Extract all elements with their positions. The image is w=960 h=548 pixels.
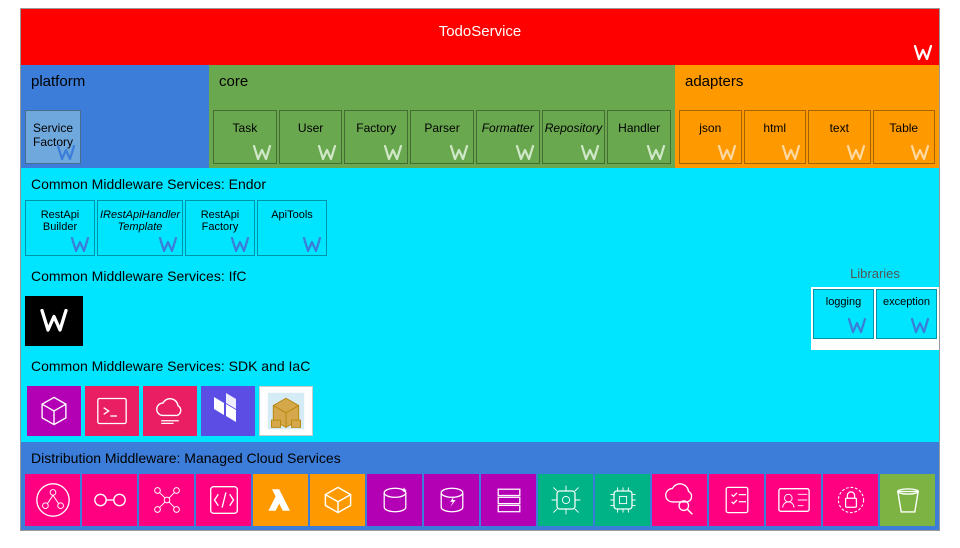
sdk-label: Common Middleware Services: SDK and IaC bbox=[21, 350, 939, 382]
ifc-logo-box bbox=[25, 296, 83, 346]
endor-band: Common Middleware Services: Endor RestAp… bbox=[21, 168, 939, 260]
security-lock-icon bbox=[823, 474, 878, 526]
tile-task: Task bbox=[213, 110, 277, 164]
w-icon bbox=[302, 237, 322, 253]
lib-logging: logging bbox=[813, 289, 874, 339]
tile-parser: Parser bbox=[410, 110, 474, 164]
core-label: core bbox=[209, 65, 675, 110]
w-icon bbox=[717, 145, 737, 161]
w-icon bbox=[515, 145, 535, 161]
endor-label: Common Middleware Services: Endor bbox=[21, 168, 939, 200]
platform-section: platform Service Factory bbox=[21, 65, 209, 168]
platform-label: platform bbox=[21, 65, 209, 110]
w-icon bbox=[158, 237, 178, 253]
tile-json: json bbox=[679, 110, 742, 164]
tile-restapi-factory: RestApi Factory bbox=[185, 200, 255, 256]
w-icon bbox=[70, 237, 90, 253]
tile-restapi-builder: RestApi Builder bbox=[25, 200, 95, 256]
w-icon bbox=[781, 145, 801, 161]
lambda-icon bbox=[253, 474, 308, 526]
cloud-code-icon bbox=[143, 386, 197, 436]
w-icon bbox=[383, 145, 403, 161]
bucket-icon bbox=[880, 474, 935, 526]
tile-service-factory: Service Factory bbox=[25, 110, 81, 164]
w-icon bbox=[910, 318, 930, 334]
w-icon bbox=[646, 145, 666, 161]
w-icon bbox=[317, 145, 337, 161]
w-icon bbox=[913, 45, 933, 61]
tile-formatter: Formatter bbox=[476, 110, 540, 164]
tile-repository: Repository bbox=[542, 110, 606, 164]
container-icon bbox=[310, 474, 365, 526]
functions-icon bbox=[196, 474, 251, 526]
tile-factory: Factory bbox=[344, 110, 408, 164]
tile-text: text bbox=[808, 110, 871, 164]
adapters-section: adapters json html text Table bbox=[675, 65, 939, 168]
ifc-band: Common Middleware Services: IfC Librarie… bbox=[21, 260, 939, 350]
w-icon bbox=[847, 318, 867, 334]
w-icon bbox=[252, 145, 272, 161]
security-id-icon bbox=[766, 474, 821, 526]
cloud-search-icon bbox=[652, 474, 707, 526]
tile-html: html bbox=[744, 110, 807, 164]
w-icon bbox=[230, 237, 250, 253]
header-title: TodoService bbox=[439, 23, 522, 40]
header-bar: TodoService bbox=[21, 9, 939, 65]
w-icon bbox=[449, 145, 469, 161]
core-section: core Task User Factory Parser Formatter … bbox=[209, 65, 675, 168]
database-bolt-icon bbox=[424, 474, 479, 526]
tile-irestapihandler: IRestApiHandler Template bbox=[97, 200, 183, 256]
rack-icon bbox=[481, 474, 536, 526]
distribution-band: Distribution Middleware: Managed Cloud S… bbox=[21, 442, 939, 530]
tile-apitools: ApiTools bbox=[257, 200, 327, 256]
lib-exception: exception bbox=[876, 289, 937, 339]
w-icon bbox=[910, 145, 930, 161]
checklist-icon bbox=[709, 474, 764, 526]
chip-alt-icon bbox=[595, 474, 650, 526]
libraries-label: Libraries bbox=[811, 260, 939, 287]
w-icon bbox=[846, 145, 866, 161]
ifc-label: Common Middleware Services: IfC bbox=[21, 260, 811, 292]
terraform-icon bbox=[201, 386, 255, 436]
terminal-icon bbox=[85, 386, 139, 436]
tile-user: User bbox=[279, 110, 343, 164]
cube-icon bbox=[27, 386, 81, 436]
w-icon bbox=[580, 145, 600, 161]
workflow-icon bbox=[139, 474, 194, 526]
tile-table: Table bbox=[873, 110, 936, 164]
database-sparkle-icon bbox=[367, 474, 422, 526]
sdk-band: Common Middleware Services: SDK and IaC bbox=[21, 350, 939, 442]
tile-handler: Handler bbox=[607, 110, 671, 164]
gateway-icon bbox=[25, 474, 80, 526]
package-icon bbox=[259, 386, 313, 436]
events-icon bbox=[82, 474, 137, 526]
distribution-label: Distribution Middleware: Managed Cloud S… bbox=[21, 442, 939, 474]
chip-icon bbox=[538, 474, 593, 526]
w-icon bbox=[56, 145, 76, 161]
adapters-label: adapters bbox=[675, 65, 939, 110]
